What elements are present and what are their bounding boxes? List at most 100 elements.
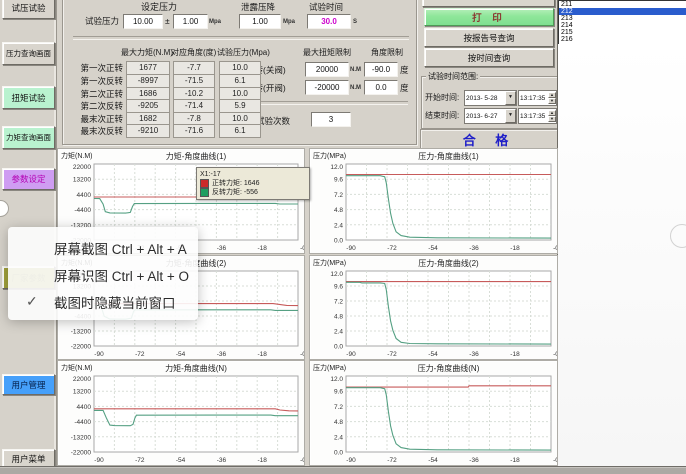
- svg-text:-36: -36: [217, 457, 227, 464]
- svg-text:7.2: 7.2: [334, 299, 343, 306]
- chevron-down-icon[interactable]: ▼: [505, 91, 516, 105]
- svg-text:12.0: 12.0: [330, 164, 343, 171]
- end-date-select[interactable]: 2013- 6-27 ▼: [464, 108, 517, 124]
- sidebar-item-param-settings[interactable]: 参数设定: [2, 168, 55, 190]
- chart-4: 压力(MPa)压力-角度曲线(2)12.09.67.24.82.40.0-90-…: [309, 255, 558, 360]
- nm-unit-label: N.M: [350, 65, 361, 75]
- svg-text:13200: 13200: [73, 389, 91, 396]
- start-time-input[interactable]: 13:17:35 ▲▼: [518, 90, 557, 106]
- report-list-item[interactable]: 213: [559, 15, 686, 22]
- divider: [248, 101, 408, 105]
- test-time-input[interactable]: 30.0: [307, 14, 351, 29]
- report-number-list[interactable]: 211212213214215216: [558, 0, 686, 46]
- screen-tool-handle-icon: [670, 224, 686, 248]
- svg-text:-54: -54: [428, 245, 438, 252]
- time-range-group: 试验时间范围: 开始时间: 2013- 5-28 ▼ 13:17:35 ▲▼ 结…: [421, 76, 558, 129]
- start-date-select[interactable]: 2013- 5-28 ▼: [464, 90, 517, 106]
- chevron-down-icon[interactable]: ▼: [505, 109, 516, 123]
- cw-torque-limit-input[interactable]: 20000: [305, 62, 349, 77]
- svg-text:-72: -72: [387, 245, 397, 252]
- result-torque-value: -9210: [126, 124, 170, 138]
- svg-text:压力-角度曲线(N): 压力-角度曲线(N): [418, 363, 480, 373]
- sidebar-item-user-management[interactable]: 用户管理: [2, 374, 55, 395]
- time-spinner-icon[interactable]: ▲▼: [548, 92, 556, 104]
- svg-text:-18: -18: [257, 245, 267, 252]
- ccw-torque-limit-input[interactable]: -20000: [305, 80, 349, 95]
- mpa-unit-label-2: Mpa: [283, 17, 295, 27]
- result-torque-value: -9205: [126, 99, 170, 113]
- report-list-item[interactable]: 216: [559, 36, 686, 43]
- svg-text:22000: 22000: [73, 164, 91, 171]
- svg-text:-72: -72: [135, 457, 145, 464]
- svg-text:-0: -0: [300, 245, 304, 252]
- svg-text:-36: -36: [469, 245, 479, 252]
- svg-text:-54: -54: [428, 351, 438, 358]
- test-pressure-input[interactable]: 10.00: [123, 14, 163, 29]
- col-header-angle: 对应角度(度): [171, 48, 216, 58]
- svg-text:力矩(N.M): 力矩(N.M): [61, 151, 93, 160]
- svg-text:-18: -18: [510, 457, 520, 464]
- end-date-value: 2013- 6-27: [465, 113, 505, 120]
- svg-text:-0: -0: [553, 457, 557, 464]
- print-button[interactable]: 打 印: [424, 8, 554, 26]
- sidebar-item-torque-test[interactable]: 扭矩试验: [2, 86, 55, 109]
- svg-text:-4400: -4400: [74, 419, 91, 426]
- col-header-torque: 最大力矩(N.M): [121, 48, 173, 58]
- leak-drop-label: 泄露压降: [241, 2, 275, 12]
- svg-text:-72: -72: [135, 351, 145, 358]
- svg-text:力矩-角度曲线(1): 力矩-角度曲线(1): [166, 151, 227, 161]
- sidebar-item-pressure-query[interactable]: 压力查询画面: [2, 42, 55, 65]
- svg-text:-13200: -13200: [71, 329, 92, 336]
- chart-5: 力矩(N.M)力矩-角度曲线(N)22000132004400-4400-132…: [57, 360, 305, 466]
- col-header-pressure: 试验压力(Mpa): [217, 48, 270, 58]
- sidebar-item-torque-query[interactable]: 力矩查询画面: [2, 126, 55, 149]
- legend-entry-label: 正转力矩: 1646: [212, 179, 259, 188]
- svg-text:-13200: -13200: [71, 434, 92, 441]
- report-list-item[interactable]: 211: [559, 1, 686, 8]
- cutoff-top-button[interactable]: [422, 0, 555, 7]
- svg-text:-22000: -22000: [71, 450, 92, 457]
- degree-unit-label-2: 度: [400, 83, 409, 93]
- test-count-input[interactable]: 3: [311, 112, 351, 127]
- report-list-item[interactable]: 215: [559, 29, 686, 36]
- menu-item-screen-ocr[interactable]: 屏幕识图 Ctrl + Alt + O: [8, 261, 198, 288]
- test-pressure-label: 试验压力: [85, 16, 119, 26]
- menu-item-label: 屏幕识图 Ctrl + Alt + O: [54, 265, 189, 285]
- svg-text:-36: -36: [469, 351, 479, 358]
- report-list-item[interactable]: 214: [559, 22, 686, 29]
- chart-legend: X1:-17正转力矩: 1646反转力矩: -556: [196, 167, 310, 200]
- svg-text:4.8: 4.8: [334, 207, 343, 214]
- result-pressure-value: 6.1: [219, 74, 261, 88]
- svg-text:压力(MPa): 压力(MPa): [313, 258, 346, 267]
- sidebar-item-test-pressure[interactable]: 试压试验: [2, 0, 55, 19]
- svg-text:-0: -0: [300, 457, 304, 464]
- svg-text:12.0: 12.0: [330, 376, 343, 383]
- time-range-label: 试验时间范围:: [426, 72, 480, 81]
- menu-item-screenshot[interactable]: 屏幕截图 Ctrl + Alt + A: [8, 234, 198, 261]
- svg-text:22000: 22000: [73, 376, 91, 383]
- end-time-value: 13:17:35: [519, 113, 548, 120]
- cw-angle-limit-input[interactable]: -90.0: [364, 62, 398, 77]
- ccw-angle-limit-input[interactable]: 0.0: [364, 80, 398, 95]
- svg-text:力矩(N.M): 力矩(N.M): [61, 363, 93, 372]
- tolerance-input[interactable]: 1.00: [173, 14, 208, 29]
- time-spinner-icon[interactable]: ▲▼: [548, 110, 556, 122]
- query-by-report-button[interactable]: 按报告号查询: [424, 28, 554, 47]
- menu-item-hide-window[interactable]: ✓截图时隐藏当前窗口: [8, 288, 198, 315]
- leak-drop-input[interactable]: 1.00: [239, 14, 281, 29]
- svg-text:-18: -18: [510, 245, 520, 252]
- result-row-label: 第二次反转: [65, 101, 123, 111]
- parameter-panel: 设定压力 试验压力 10.00 ± 1.00 Mpa 泄露压降 1.00 Mpa…: [62, 0, 417, 145]
- svg-text:-0: -0: [553, 245, 557, 252]
- svg-text:-36: -36: [217, 351, 227, 358]
- svg-text:0.0: 0.0: [334, 238, 343, 245]
- svg-text:-36: -36: [217, 245, 227, 252]
- result-angle-value: -7.7: [173, 61, 215, 75]
- end-time-input[interactable]: 13:17:35 ▲▼: [518, 108, 557, 124]
- svg-text:-18: -18: [257, 457, 267, 464]
- svg-text:-4400: -4400: [74, 207, 91, 214]
- report-list-item[interactable]: 212: [559, 8, 686, 15]
- mpa-unit-label: Mpa: [209, 17, 221, 27]
- query-by-time-button[interactable]: 按时间查询: [424, 48, 554, 67]
- svg-text:4400: 4400: [77, 192, 92, 199]
